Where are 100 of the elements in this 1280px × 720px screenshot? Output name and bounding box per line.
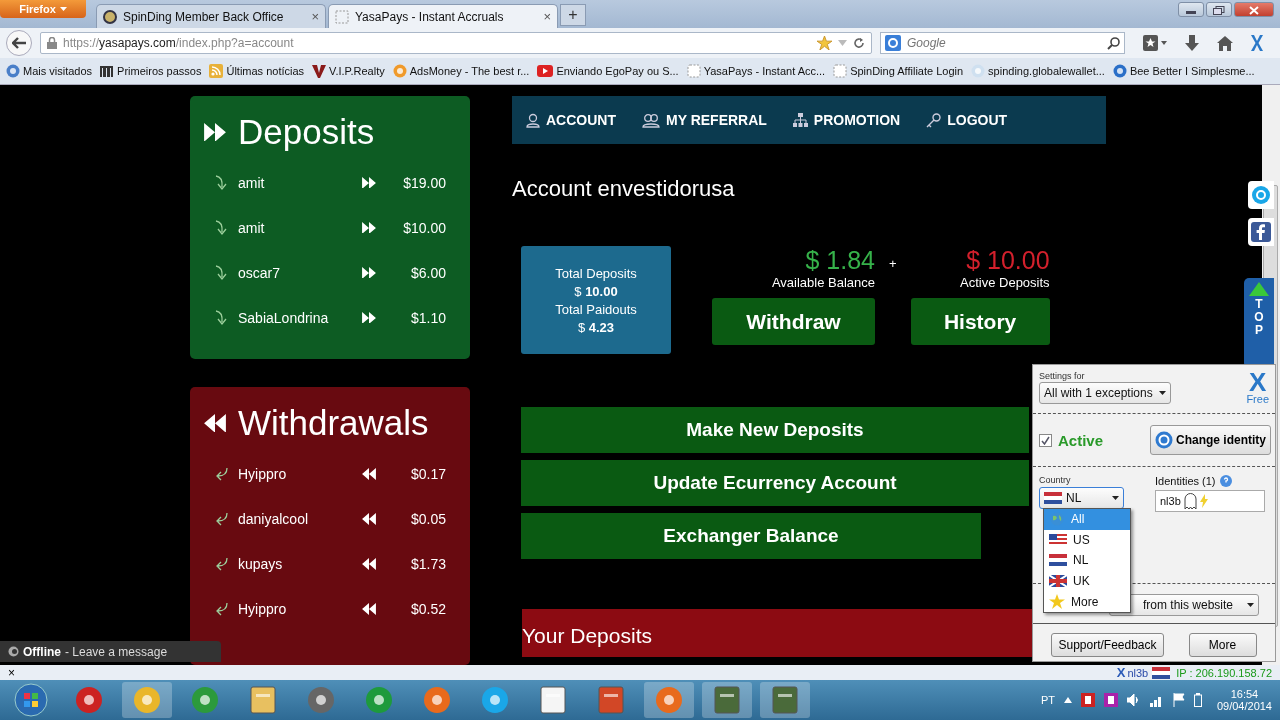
bookmark-item[interactable]: AdsMoney - The best r... (392, 64, 530, 78)
bookmark-item[interactable]: Enviando EgoPay ou S... (537, 65, 679, 77)
help-icon[interactable] (1219, 475, 1232, 487)
taskbar-button[interactable] (644, 682, 694, 718)
sitemap-icon (792, 112, 808, 128)
country-dropdown[interactable]: NL (1039, 487, 1124, 509)
nav-link[interactable]: PROMOTION (792, 112, 901, 128)
site-icon (1112, 64, 1127, 78)
identity-label: nl3b (1127, 666, 1149, 679)
bookmark-item[interactable]: V.I.P.Realty (312, 64, 385, 78)
bookmarks-icon[interactable] (1143, 35, 1167, 51)
clock[interactable]: 16:54 09/04/2014 (1216, 688, 1272, 712)
key-icon (926, 112, 942, 128)
search-input[interactable]: Google (905, 35, 1103, 51)
curved-down-arrow-icon (214, 174, 228, 191)
tab-close-button[interactable]: × (311, 9, 319, 24)
battery-icon[interactable] (1193, 693, 1202, 707)
bookmark-item[interactable]: Primeiros passos (100, 65, 202, 77)
history-button[interactable]: History (910, 298, 1050, 345)
double-left-arrow-icon (204, 413, 226, 433)
amount: $1.73 (409, 555, 446, 572)
new-tab-button[interactable]: + (560, 4, 586, 26)
user-name: amit (238, 219, 266, 236)
curved-down-arrow-icon (214, 219, 228, 236)
home-icon[interactable] (1217, 35, 1233, 51)
settings-dropdown[interactable]: All with 1 exceptions (1039, 382, 1171, 404)
minimize-icon (1186, 11, 1196, 15)
tab-title: SpinDing Member Back Office (123, 9, 285, 24)
volume-icon[interactable] (1126, 693, 1141, 707)
double-left-arrow-icon (362, 557, 376, 570)
total-label: Total Paidouts (555, 301, 637, 317)
search-icon[interactable] (1107, 36, 1120, 50)
identity-field[interactable]: nl3b (1155, 490, 1265, 512)
nav-link[interactable]: LOGOUT (926, 112, 1008, 128)
taskbar-button[interactable] (760, 682, 810, 718)
logo-text: X (1116, 665, 1126, 680)
nav-link[interactable]: MY REFERRAL (642, 112, 767, 128)
facebook-button[interactable] (1248, 218, 1274, 246)
bookmark-item[interactable]: spinding.globalewallet... (971, 64, 1105, 78)
windows-logo-icon (14, 683, 48, 717)
lock-icon (47, 37, 57, 49)
change-identity-button[interactable]: Change identity (1150, 425, 1271, 455)
app-icon (714, 686, 740, 714)
flag-icon[interactable] (1172, 693, 1185, 707)
address-bar[interactable]: https://yasapays.com/index.php?a=account (40, 32, 872, 54)
balance-label: Active Deposits (960, 275, 1050, 290)
browser-tab[interactable]: SpinDing Member Back Office × (96, 4, 326, 28)
action-button[interactable]: Make New Deposits (521, 407, 1029, 453)
bookmark-item[interactable]: Últimas notícias (209, 64, 305, 78)
reload-icon[interactable] (853, 37, 865, 49)
chat-bar[interactable]: Offline - Leave a message (0, 641, 221, 662)
tray-icon[interactable] (1103, 693, 1118, 707)
country-option[interactable]: NL (1044, 550, 1130, 571)
restore-button[interactable] (1206, 2, 1232, 17)
browser-tab[interactable]: YasaPays - Instant Accruals × (328, 4, 558, 28)
taskbar-button[interactable] (122, 682, 172, 718)
chat-icon (8, 646, 19, 657)
site-icon (392, 64, 407, 78)
nav-link[interactable]: ACCOUNT (526, 112, 616, 128)
more-button[interactable]: More (1188, 633, 1257, 657)
language-indicator[interactable]: PT (1040, 694, 1055, 706)
ghost-icon (1183, 493, 1197, 509)
balance-label: Available Balance (771, 275, 875, 290)
country-option[interactable]: UK (1044, 570, 1130, 592)
bookmark-item[interactable]: Bee Better I Simplesme... (1112, 64, 1255, 78)
action-button[interactable]: Exchanger Balance (521, 513, 981, 559)
close-button[interactable]: × (8, 665, 15, 680)
star-icon[interactable] (817, 36, 832, 50)
double-right-arrow-icon (362, 176, 376, 189)
country-option[interactable]: More (1044, 591, 1130, 612)
bookmark-item[interactable]: SpinDing Affiliate Login (833, 64, 964, 78)
back-button[interactable] (6, 30, 32, 56)
double-right-arrow-icon (362, 266, 376, 279)
tray-icon[interactable] (1063, 697, 1072, 703)
amount: $6.00 (409, 264, 446, 281)
refresh-icon (1155, 431, 1173, 449)
skype-button[interactable] (1248, 181, 1274, 209)
double-right-arrow-icon (362, 311, 376, 324)
flag-icon (1044, 492, 1062, 504)
letter-m-icon (100, 65, 115, 77)
minimize-button[interactable] (1178, 2, 1204, 17)
amount: $0.05 (409, 510, 446, 527)
total-value: $ 10.00 (574, 283, 618, 299)
x-logo-icon[interactable] (1251, 35, 1263, 51)
site-icon (971, 64, 986, 78)
bookmark-item[interactable]: Mais visitados (6, 64, 93, 78)
country-option[interactable]: US (1044, 529, 1130, 551)
search-field[interactable]: Google (880, 32, 1125, 54)
lightning-icon (1199, 494, 1208, 508)
active-checkbox[interactable] (1039, 433, 1052, 447)
action-button[interactable]: Update Ecurrency Account (521, 460, 1029, 506)
url-text: https://yasapays.com/index.php?a=account (63, 36, 294, 50)
tab-close-button[interactable]: × (543, 9, 551, 24)
taskbar-button[interactable] (702, 682, 752, 718)
tray-icon[interactable] (1080, 693, 1095, 707)
download-icon[interactable] (1185, 35, 1199, 51)
feedback-button[interactable]: Support/Feedback (1051, 633, 1164, 657)
bookmark-item[interactable]: YasaPays - Instant Acc... (686, 64, 826, 78)
close-button[interactable] (1234, 2, 1274, 17)
withdraw-button[interactable]: Withdraw (712, 298, 875, 345)
